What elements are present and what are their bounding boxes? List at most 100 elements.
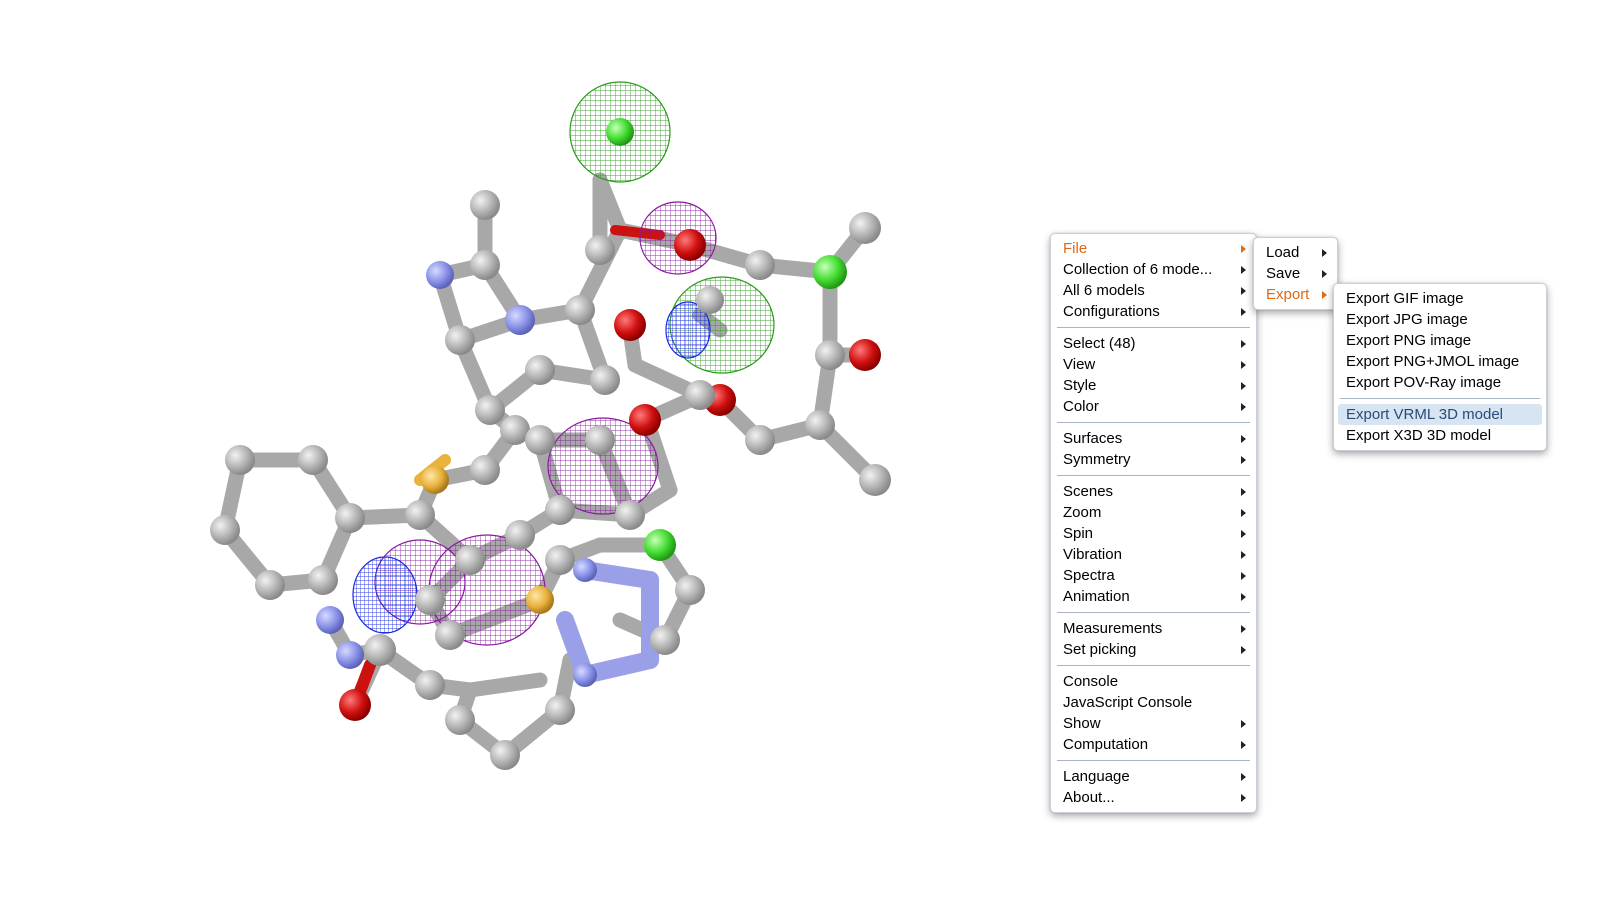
submenu-arrow-icon: [1241, 245, 1246, 253]
menu-item-label: JavaScript Console: [1063, 694, 1193, 711]
menu-item-label: Spectra: [1063, 567, 1115, 584]
menu-item-label: Scenes: [1063, 483, 1114, 500]
menu-item-scenes[interactable]: Scenes: [1051, 481, 1256, 502]
menu-item-set-picking[interactable]: Set picking: [1051, 639, 1256, 660]
atom: [435, 620, 465, 650]
atom: [565, 295, 595, 325]
atom: [644, 529, 676, 561]
menu-item-label: Configurations: [1063, 303, 1160, 320]
menu-item-export-vrml-3d-model[interactable]: Export VRML 3D model: [1338, 404, 1542, 425]
menu-item-spin[interactable]: Spin: [1051, 523, 1256, 544]
menu-item-export-png-image[interactable]: Export PNG image: [1334, 330, 1546, 351]
menu-item-all-6-models[interactable]: All 6 models: [1051, 280, 1256, 301]
atom: [813, 255, 847, 289]
menu-item-collection-of-6-mode[interactable]: Collection of 6 mode...: [1051, 259, 1256, 280]
menu-item-label: Surfaces: [1063, 430, 1123, 447]
menu-item-export-x3d-3d-model[interactable]: Export X3D 3D model: [1334, 425, 1546, 446]
menu-separator: [1057, 760, 1250, 761]
menu-item-zoom[interactable]: Zoom: [1051, 502, 1256, 523]
export-submenu: Export GIF image Export JPG image Export P…: [1333, 283, 1547, 451]
mesh-surface: [352, 556, 418, 634]
menu-item-about[interactable]: About...: [1051, 787, 1256, 808]
submenu-arrow-icon: [1241, 773, 1246, 781]
menu-item-computation[interactable]: Computation: [1051, 734, 1256, 755]
atom: [545, 545, 575, 575]
menu-item-label: Set picking: [1063, 641, 1137, 658]
menu-item-configurations[interactable]: Configurations: [1051, 301, 1256, 322]
menu-item-export-pov-ray-image[interactable]: Export POV-Ray image: [1334, 372, 1546, 393]
submenu-arrow-icon: [1241, 572, 1246, 580]
menu-item-surfaces[interactable]: Surfaces: [1051, 428, 1256, 449]
menu-item-measurements[interactable]: Measurements: [1051, 618, 1256, 639]
atom: [859, 464, 891, 496]
menu-item-view[interactable]: View: [1051, 354, 1256, 375]
menu-item-spectra[interactable]: Spectra: [1051, 565, 1256, 586]
menu-item-label: Measurements: [1063, 620, 1163, 637]
menu-item-color[interactable]: Color: [1051, 396, 1256, 417]
atom: [674, 229, 706, 261]
menu-item-label: Export PNG+JMOL image: [1346, 353, 1520, 370]
atom: [745, 425, 775, 455]
menu-item-label: About...: [1063, 789, 1115, 806]
atom: [210, 515, 240, 545]
menu-item-console[interactable]: Console: [1051, 671, 1256, 692]
atom: [475, 395, 505, 425]
atom: [364, 634, 396, 666]
menu-item-file[interactable]: File: [1051, 238, 1256, 259]
atom: [606, 118, 634, 146]
menu-separator: [1057, 665, 1250, 666]
submenu-arrow-icon: [1241, 287, 1246, 295]
menu-item-export[interactable]: Export: [1254, 284, 1337, 305]
atom: [525, 355, 555, 385]
menu-item-label: Symmetry: [1063, 451, 1131, 468]
menu-item-label: Export X3D 3D model: [1346, 427, 1492, 444]
atom: [545, 695, 575, 725]
bond: [462, 672, 548, 698]
menu-item-select-48[interactable]: Select (48): [1051, 333, 1256, 354]
menu-item-label: Language: [1063, 768, 1130, 785]
atom: [470, 455, 500, 485]
menu-item-load[interactable]: Load: [1254, 242, 1337, 263]
menu-item-label: Zoom: [1063, 504, 1102, 521]
submenu-arrow-icon: [1241, 361, 1246, 369]
atom: [745, 250, 775, 280]
menu-item-export-png-jmol-image[interactable]: Export PNG+JMOL image: [1334, 351, 1546, 372]
submenu-arrow-icon: [1241, 794, 1246, 802]
menu-item-javascript-console[interactable]: JavaScript Console: [1051, 692, 1256, 713]
menu-item-label: Export: [1266, 286, 1310, 303]
menu-item-label: Style: [1063, 377, 1097, 394]
menu-item-label: Console: [1063, 673, 1119, 690]
menu-separator: [1057, 612, 1250, 613]
menu-item-vibration[interactable]: Vibration: [1051, 544, 1256, 565]
submenu-arrow-icon: [1241, 625, 1246, 633]
submenu-arrow-icon: [1241, 266, 1246, 274]
main-popup-menu: File Collection of 6 mode... All 6 models C…: [1050, 233, 1257, 813]
menu-item-label: Select (48): [1063, 335, 1136, 352]
menu-item-animation[interactable]: Animation: [1051, 586, 1256, 607]
atom: [426, 261, 454, 289]
menu-item-export-jpg-image[interactable]: Export JPG image: [1334, 309, 1546, 330]
menu-separator: [1057, 327, 1250, 328]
menu-item-show[interactable]: Show: [1051, 713, 1256, 734]
atom: [573, 558, 597, 582]
atom: [650, 625, 680, 655]
submenu-arrow-icon: [1241, 488, 1246, 496]
menu-item-label: File: [1063, 240, 1088, 257]
atom: [815, 340, 845, 370]
submenu-arrow-icon: [1241, 593, 1246, 601]
menu-item-label: Computation: [1063, 736, 1149, 753]
menu-item-export-gif-image[interactable]: Export GIF image: [1334, 288, 1546, 309]
menu-item-symmetry[interactable]: Symmetry: [1051, 449, 1256, 470]
menu-item-label: View: [1063, 356, 1096, 373]
atom: [490, 740, 520, 770]
atom: [415, 670, 445, 700]
menu-item-language[interactable]: Language: [1051, 766, 1256, 787]
atom: [585, 235, 615, 265]
molecule-viewer[interactable]: [0, 0, 1000, 922]
menu-item-save[interactable]: Save: [1254, 263, 1337, 284]
submenu-arrow-icon: [1241, 340, 1246, 348]
atom: [545, 495, 575, 525]
menu-item-style[interactable]: Style: [1051, 375, 1256, 396]
atom: [298, 445, 328, 475]
atom: [849, 212, 881, 244]
